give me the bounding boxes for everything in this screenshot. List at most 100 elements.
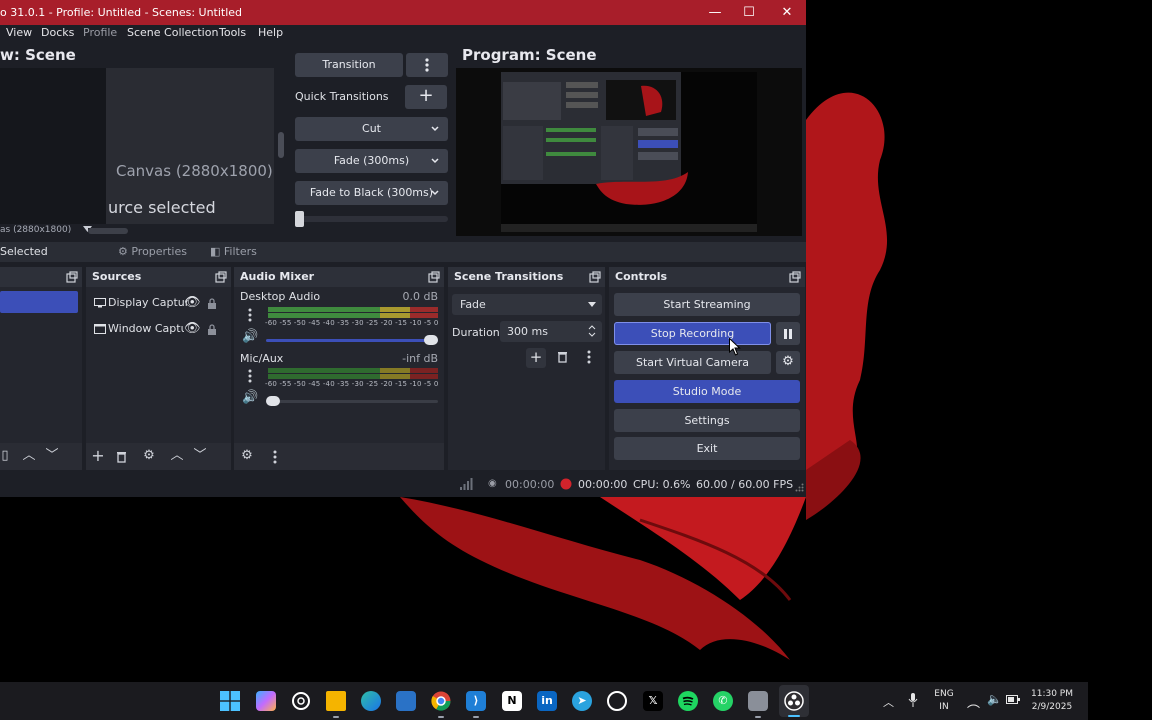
eye-icon[interactable]: 👁 [184, 295, 201, 310]
advanced-audio-gear-icon[interactable]: ⚙ [238, 447, 256, 465]
undock-icon[interactable] [66, 271, 78, 283]
virtual-camera-settings-button[interactable]: ⚙ [776, 351, 800, 374]
notion-icon[interactable]: N [502, 691, 522, 711]
x-icon[interactable]: 𝕏 [643, 691, 663, 711]
minimize-button[interactable]: — [697, 0, 733, 25]
menu-scene-collection[interactable]: Scene Collection [127, 26, 218, 39]
chevron-up-icon[interactable]: ︿ [20, 447, 38, 465]
snipping-tool-icon[interactable] [396, 691, 416, 711]
more-vertical-icon[interactable] [587, 350, 591, 364]
trash-icon[interactable] [116, 451, 127, 463]
settings-button[interactable]: Settings [614, 409, 800, 432]
more-vertical-icon[interactable] [273, 450, 277, 464]
more-vertical-icon[interactable] [248, 308, 252, 322]
github-icon[interactable] [607, 691, 627, 711]
chevron-up-icon[interactable]: ︿ [883, 694, 894, 710]
volume-slider[interactable] [266, 335, 438, 345]
language-indicator[interactable]: ENG [934, 689, 954, 699]
sources-dock: Sources Display Capture 👁 Window Captur … [86, 267, 231, 470]
volume-icon[interactable]: 🔈 [987, 692, 1002, 706]
duration-spinbox[interactable]: 300 ms [500, 321, 602, 342]
chevron-down-icon[interactable]: ﹀ [43, 447, 61, 465]
undock-icon[interactable] [428, 271, 440, 283]
canvas-combo[interactable]: as (2880x1800) [0, 225, 93, 235]
pause-recording-button[interactable] [776, 322, 800, 345]
trash-icon[interactable] [557, 351, 568, 363]
whatsapp-icon[interactable]: ✆ [713, 691, 733, 711]
source-item-window-capture[interactable]: Window Captur 👁 [92, 321, 227, 339]
speaker-icon[interactable]: 🔊 [242, 329, 258, 344]
wifi-icon[interactable]: ︵ [967, 692, 980, 711]
chatgpt-icon[interactable] [291, 691, 311, 711]
lock-icon[interactable] [207, 324, 217, 336]
chrome-icon[interactable] [431, 691, 451, 711]
properties-button[interactable]: ⚙ Properties [118, 245, 187, 258]
close-button[interactable]: ✕ [769, 0, 805, 25]
file-explorer-icon[interactable] [326, 691, 346, 711]
scroll-thumb[interactable] [278, 132, 284, 158]
chevron-up-icon[interactable]: ︿ [168, 447, 186, 465]
linkedin-icon[interactable]: in [537, 691, 557, 711]
spotify-icon[interactable] [678, 691, 698, 711]
scene-list-item-selected[interactable] [0, 291, 78, 313]
undock-icon[interactable] [789, 271, 801, 283]
obs-taskbar-button[interactable] [779, 685, 809, 717]
transition-button[interactable]: Transition [295, 53, 403, 77]
windows-start-icon[interactable] [220, 691, 240, 711]
volume-slider-handle[interactable] [424, 335, 438, 345]
program-canvas [456, 68, 802, 236]
volume-slider[interactable] [266, 396, 438, 406]
quick-transition-cut[interactable]: Cut [295, 117, 448, 141]
more-vertical-icon[interactable] [248, 369, 252, 383]
menu-help[interactable]: Help [258, 26, 283, 39]
menu-tools[interactable]: Tools [219, 26, 246, 39]
region-indicator[interactable]: IN [934, 702, 954, 712]
lock-icon[interactable] [207, 298, 217, 310]
filters-button[interactable]: ◧ Filters [210, 245, 257, 258]
transition-select[interactable]: Fade [452, 294, 602, 315]
maximize-button[interactable]: ☐ [731, 0, 767, 25]
filter-icon[interactable]: ▯ [0, 447, 14, 465]
microphone-icon[interactable] [908, 693, 918, 707]
quick-transition-fade-to-black[interactable]: Fade to Black (300ms) [295, 181, 448, 205]
preview-vertical-scrollbar[interactable] [278, 68, 284, 224]
battery-icon[interactable] [1006, 695, 1020, 704]
quick-transition-fade[interactable]: Fade (300ms) [295, 149, 448, 173]
add-quick-transition-button[interactable]: + [405, 85, 447, 109]
menu-profile[interactable]: Profile [83, 26, 117, 39]
menu-view[interactable]: View [6, 26, 32, 39]
clock-time[interactable]: 11:30 PM [1030, 689, 1074, 699]
vscode-icon[interactable]: ⟩ [466, 691, 486, 711]
clock-date[interactable]: 2/9/2025 [1030, 702, 1074, 712]
plus-icon[interactable]: + [89, 447, 107, 465]
scroll-thumb[interactable] [88, 228, 128, 234]
photos-icon[interactable] [748, 691, 768, 711]
resize-grip-icon[interactable] [795, 483, 804, 492]
transition-slider[interactable] [295, 211, 448, 227]
monitor-icon [94, 298, 106, 308]
start-virtual-camera-button[interactable]: Start Virtual Camera [614, 351, 771, 374]
preview-canvas[interactable]: Canvas (2880x1800) urce selected [0, 68, 274, 224]
studio-mode-button[interactable]: Studio Mode [614, 380, 800, 403]
menu-docks[interactable]: Docks [41, 26, 74, 39]
telegram-icon[interactable]: ➤ [572, 691, 592, 711]
speaker-icon[interactable]: 🔊 [242, 390, 258, 405]
eye-icon[interactable]: 👁 [184, 321, 201, 336]
stop-recording-button[interactable]: Stop Recording [614, 322, 771, 345]
start-streaming-button[interactable]: Start Streaming [614, 293, 800, 316]
transition-slider-handle[interactable] [295, 211, 304, 227]
undock-icon[interactable] [215, 271, 227, 283]
spin-arrows-icon[interactable] [588, 324, 596, 338]
chevron-down-icon[interactable]: ﹀ [191, 447, 209, 465]
source-item-display-capture[interactable]: Display Capture 👁 [92, 295, 227, 313]
exit-button[interactable]: Exit [614, 437, 800, 460]
start-streaming-label: Start Streaming [663, 298, 751, 311]
copilot-icon[interactable] [256, 691, 276, 711]
preview-horizontal-scrollbar[interactable] [88, 228, 274, 234]
add-transition-button[interactable]: + [526, 348, 546, 368]
undock-icon[interactable] [589, 271, 601, 283]
gear-icon[interactable]: ⚙ [140, 447, 158, 465]
transition-options-button[interactable] [406, 53, 448, 77]
edge-icon[interactable] [361, 691, 381, 711]
volume-slider-handle[interactable] [266, 396, 280, 406]
